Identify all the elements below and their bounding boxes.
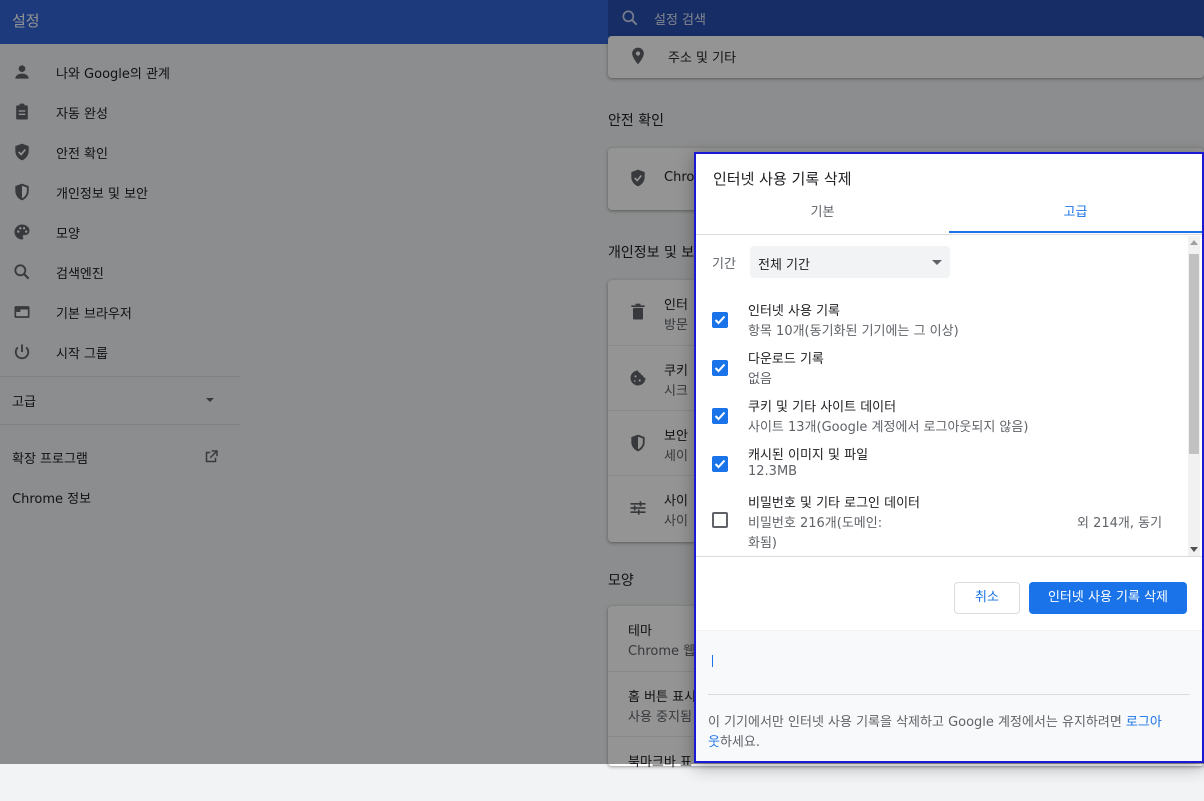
time-range-value: 전체 기간 bbox=[758, 258, 810, 273]
dropdown-arrow-icon bbox=[932, 260, 942, 265]
option-description-continued: 외 214개, 동기 bbox=[1077, 516, 1163, 531]
option-label: 쿠키 및 기타 사이트 데이터 bbox=[748, 400, 897, 415]
scroll-area-divider bbox=[696, 556, 1202, 557]
scroll-down-arrow-icon[interactable] bbox=[1190, 547, 1198, 552]
checkbox-checked[interactable] bbox=[712, 312, 728, 328]
option-passwords[interactable]: 비밀번호 및 기타 로그인 데이터 비밀번호 216개(도메인: 외 214개,… bbox=[696, 492, 1186, 556]
dialog-title: 인터넷 사용 기록 삭제 bbox=[713, 170, 852, 188]
footer-divider bbox=[708, 694, 1190, 695]
clear-data-button[interactable]: 인터넷 사용 기록 삭제 bbox=[1029, 582, 1187, 614]
option-label: 비밀번호 및 기타 로그인 데이터 bbox=[748, 496, 921, 511]
checkmark-icon bbox=[714, 363, 726, 373]
option-description: 12.3MB bbox=[748, 464, 798, 479]
footer-message: 이 기기에서만 인터넷 사용 기록을 삭제하고 Google 계정에서는 유지하… bbox=[708, 715, 1126, 730]
option-label: 캐시된 이미지 및 파일 bbox=[748, 448, 869, 463]
checkbox-checked[interactable] bbox=[712, 456, 728, 472]
scroll-up-arrow-icon[interactable] bbox=[1190, 240, 1198, 245]
text-cursor bbox=[712, 655, 713, 667]
time-range-select[interactable]: 전체 기간 bbox=[750, 246, 950, 278]
option-browsing-history[interactable]: 인터넷 사용 기록 항목 10개(동기화된 기기에는 그 이상) bbox=[696, 300, 1186, 348]
option-description-line2: 화됨) bbox=[748, 536, 777, 551]
tab-basic[interactable]: 기본 bbox=[696, 194, 949, 232]
cancel-button[interactable]: 취소 bbox=[954, 582, 1020, 614]
scrollbar[interactable] bbox=[1188, 236, 1200, 556]
dialog-footer: 이 기기에서만 인터넷 사용 기록을 삭제하고 Google 계정에서는 유지하… bbox=[696, 630, 1202, 761]
clear-browsing-data-dialog: 인터넷 사용 기록 삭제 기본 고급 기간 전체 기간 인터넷 사용 기록 항목… bbox=[694, 152, 1204, 763]
options-scroll-area[interactable]: 기간 전체 기간 인터넷 사용 기록 항목 10개(동기화된 기기에는 그 이상… bbox=[696, 236, 1202, 556]
tab-advanced[interactable]: 고급 bbox=[949, 194, 1202, 232]
option-label: 인터넷 사용 기록 bbox=[748, 304, 840, 319]
scrollbar-thumb[interactable] bbox=[1189, 254, 1199, 454]
sign-out-link[interactable]: 로그아 bbox=[1126, 715, 1162, 730]
footer-message-tail: 하세요. bbox=[719, 735, 760, 750]
option-cookies[interactable]: 쿠키 및 기타 사이트 데이터 사이트 13개(Google 계정에서 로그아웃… bbox=[696, 396, 1186, 444]
time-range-label: 기간 bbox=[712, 257, 736, 272]
checkbox-checked[interactable] bbox=[712, 408, 728, 424]
tab-divider bbox=[696, 234, 1202, 235]
checkmark-icon bbox=[714, 315, 726, 325]
sign-out-link-continued[interactable]: 웃 bbox=[708, 735, 720, 750]
option-label: 다운로드 기록 bbox=[748, 352, 824, 367]
checkbox-checked[interactable] bbox=[712, 360, 728, 376]
option-download-history[interactable]: 다운로드 기록 없음 bbox=[696, 348, 1186, 396]
checkmark-icon bbox=[714, 459, 726, 469]
option-description: 비밀번호 216개(도메인: bbox=[748, 516, 883, 531]
option-description: 없음 bbox=[748, 372, 772, 387]
option-description: 항목 10개(동기화된 기기에는 그 이상) bbox=[748, 324, 959, 339]
option-description: 사이트 13개(Google 계정에서 로그아웃되지 않음) bbox=[748, 420, 1029, 435]
footer-text: 이 기기에서만 인터넷 사용 기록을 삭제하고 Google 계정에서는 유지하… bbox=[708, 713, 1188, 753]
checkbox-unchecked[interactable] bbox=[712, 512, 728, 528]
checkmark-icon bbox=[714, 411, 726, 421]
tab-active-indicator bbox=[949, 231, 1202, 233]
option-cached-images[interactable]: 캐시된 이미지 및 파일 12.3MB bbox=[696, 444, 1186, 492]
